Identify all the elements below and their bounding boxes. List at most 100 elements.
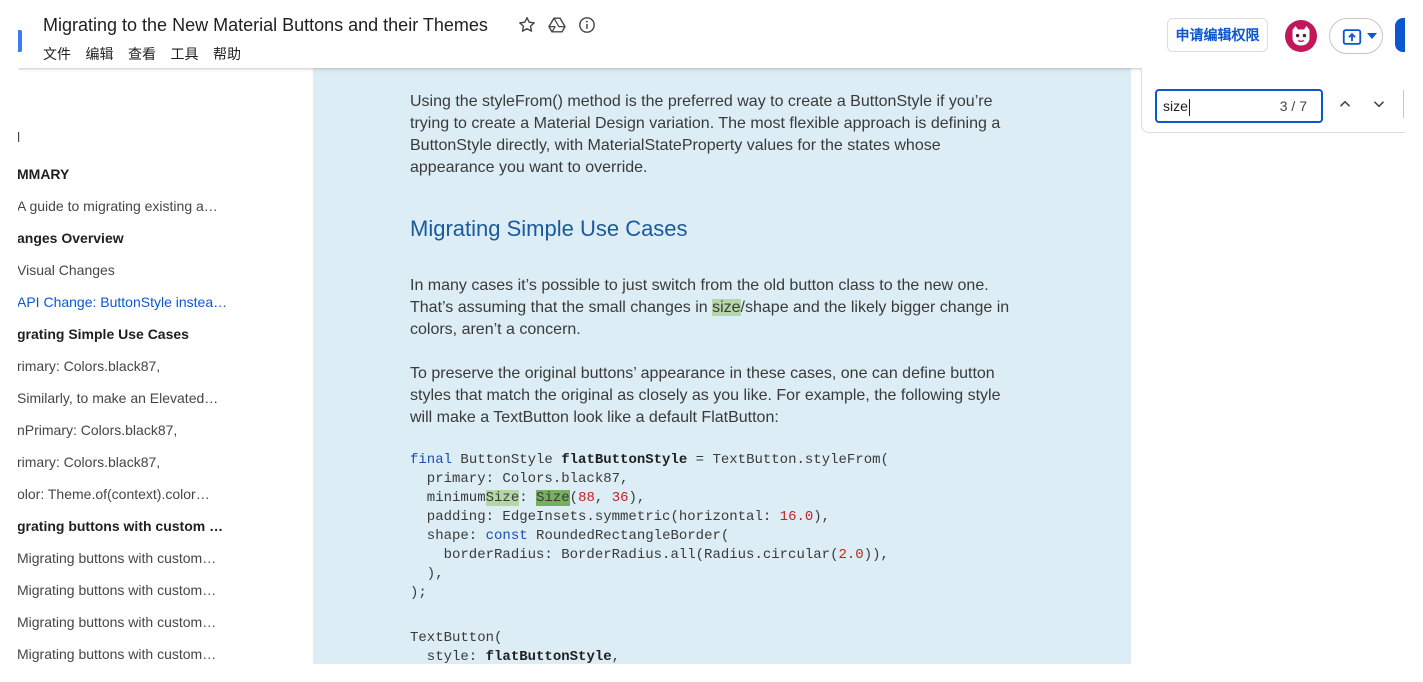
outline-item[interactable]: Migrating buttons with custom… [18,606,257,638]
docs-window: Migrating to the New Material Buttons an… [18,0,1405,664]
code-number-literal: 88 [578,490,595,506]
outline-item[interactable]: MMARY [18,158,257,190]
text-run: trying to create a Material Design varia… [410,115,1001,132]
code-line: shape: const RoundedRectangleBorder( [410,527,889,546]
find-query-value: size [1163,98,1188,114]
outline-item[interactable]: rimary: Colors.black87, [18,350,257,382]
current-search-match: Size [536,490,570,506]
present-icon [1341,26,1363,48]
code-line: borderRadius: BorderRadius.all(Radius.ci… [410,546,889,565]
text-run: That’s assuming that the small changes i… [410,299,713,316]
outline-item[interactable]: Migrating buttons with custom… [18,574,257,606]
search-match-highlight: Size [485,490,520,506]
preserve-appearance-paragraph: To preserve the original buttons’ appear… [410,363,1001,429]
document-title[interactable]: Migrating to the New Material Buttons an… [43,13,488,37]
text-line: In many cases it’s possible to just swit… [410,275,1009,297]
text-run: ButtonStyle [452,452,562,468]
outline-item[interactable]: grating buttons with custom … [18,510,257,542]
text-run: In many cases it’s possible to just swit… [410,277,989,294]
code-identifier-bold: flatButtonStyle [561,452,688,468]
search-match-highlight: size [712,299,741,316]
chevron-up-icon[interactable] [1333,92,1357,116]
share-button[interactable] [1395,18,1405,52]
document-page: Using the styleFrom() method is the pref… [313,68,1131,664]
menu-item[interactable]: 工具 [171,44,199,64]
code-line: primary: Colors.black87, [410,470,889,489]
code-line: minimumSize: Size(88, 36), [410,489,889,508]
text-run: padding: EdgeInsets.symmetric(horizontal… [410,509,780,525]
text-line: appearance you want to override. [410,157,1000,179]
text-run: will make a TextButton look like a defau… [410,409,779,426]
text-line: colors, aren’t a concern. [410,319,1009,341]
text-line: That’s assuming that the small changes i… [410,297,1009,319]
section-heading: Migrating Simple Use Cases [410,216,688,241]
text-line: will make a TextButton look like a defau… [410,407,1001,429]
find-input[interactable]: size 3 / 7 [1155,89,1323,123]
code-line: final ButtonStyle flatButtonStyle = Text… [410,451,889,470]
menu-item[interactable]: 编辑 [86,44,114,64]
caret-down-icon [1367,33,1377,39]
code-identifier-bold: flatButtonStyle [485,649,612,664]
text-run: ( [569,490,579,506]
document-outline: l MMARY A guide to migrating existing a… an… [18,68,313,664]
star-icon[interactable] [517,15,537,35]
text-line: ButtonStyle directly, with MaterialState… [410,135,1000,157]
divider [1403,90,1404,118]
text-run: Using the styleFrom() method is the pref… [410,93,993,110]
text-run: colors, aren’t a concern. [410,321,581,338]
outline-item[interactable]: A guide to migrating existing a… [18,190,257,222]
docs-logo-icon[interactable] [18,30,22,52]
outline-item[interactable]: rimary: Colors.black87, [18,446,257,478]
code-block-text-button: TextButton( style: flatButtonStyle, [410,629,620,664]
text-run: style: [410,649,486,664]
outline-item[interactable]: l [18,121,257,153]
text-run: , [594,490,612,506]
text-run: borderRadius: BorderRadius.all(Radius.ci… [410,547,839,563]
outline-item[interactable]: Migrating buttons with custom… [18,638,257,664]
text-run: TextButton( [410,630,503,646]
docs-header: Migrating to the New Material Buttons an… [18,0,1405,68]
text-run: )), [863,547,889,563]
outline-item[interactable]: nPrimary: Colors.black87, [18,414,257,446]
text-run: To preserve the original buttons’ appear… [410,365,995,382]
text-run: shape: [410,528,486,544]
code-keyword: final [410,452,453,468]
simple-cases-paragraph: In many cases it’s possible to just swit… [410,275,1009,341]
outline-item-current[interactable]: API Change: ButtonStyle instea… [18,286,257,318]
drive-shortcut-icon[interactable] [547,15,567,35]
menu-item[interactable]: 帮助 [213,44,241,64]
text-run: RoundedRectangleBorder( [527,528,730,544]
text-run: ), [410,566,444,582]
text-run: ); [410,585,427,601]
text-run: , [611,649,621,664]
outline-list: l MMARY A guide to migrating existing a… an… [18,121,257,664]
intro-paragraph: Using the styleFrom() method is the pref… [410,91,1000,179]
present-button[interactable] [1329,18,1383,54]
outline-item[interactable]: Visual Changes [18,254,257,286]
chevron-down-icon[interactable] [1367,92,1391,116]
text-line: trying to create a Material Design varia… [410,113,1000,135]
text-run: styles that match the original as closel… [410,387,1001,404]
menu-item[interactable]: 文件 [43,44,71,64]
outline-item[interactable]: grating Simple Use Cases [18,318,257,350]
find-query-text: size [1163,91,1190,121]
outline-item[interactable]: olor: Theme.of(context).color… [18,478,257,510]
code-line: padding: EdgeInsets.symmetric(horizontal… [410,508,889,527]
avatar[interactable] [1285,20,1317,52]
text-line: styles that match the original as closel… [410,385,1001,407]
info-icon[interactable] [577,15,597,35]
menu-item[interactable]: 查看 [128,44,156,64]
text-run: ), [628,490,646,506]
code-block-button-style: final ButtonStyle flatButtonStyle = Text… [410,451,889,603]
text-run: primary: Colors.black87, [410,471,629,487]
outline-item[interactable]: Migrating buttons with custom… [18,542,257,574]
code-line: style: flatButtonStyle, [410,648,620,664]
code-line: ); [410,584,889,603]
text-caret [1188,98,1190,116]
outline-item[interactable]: Similarly, to make an Elevated… [18,382,257,414]
outline-item[interactable]: anges Overview [18,222,257,254]
text-line: Using the styleFrom() method is the pref… [410,91,1000,113]
code-number-literal: 36 [611,490,629,506]
text-run: = TextButton.styleFrom( [687,452,889,468]
request-edit-access-button[interactable]: 申请编辑权限 [1167,18,1268,52]
